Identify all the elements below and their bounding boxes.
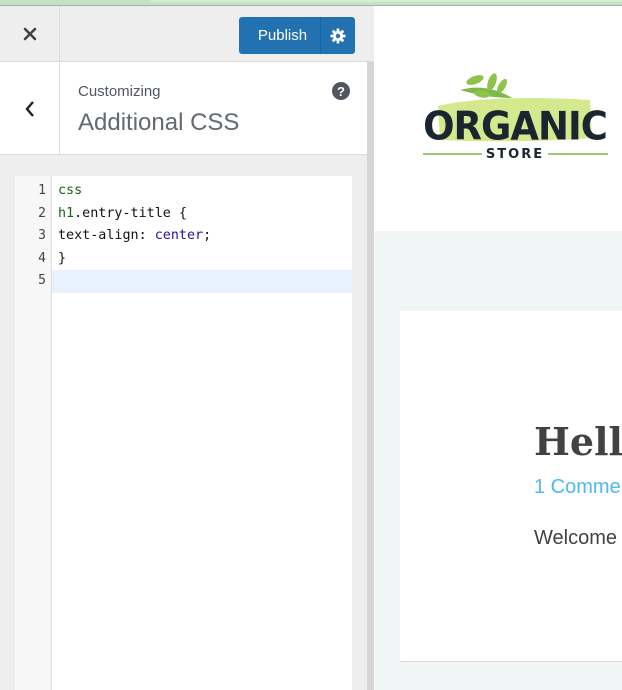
code-line[interactable]: } — [52, 248, 352, 271]
code-token-selector: h1 — [58, 205, 75, 221]
publish-button[interactable]: Publish — [239, 17, 321, 54]
close-customizer-button[interactable] — [0, 6, 60, 62]
code-token-text: .entry-title { — [74, 205, 187, 221]
line-number-gutter: 1 2 3 4 5 — [15, 176, 52, 690]
close-icon — [23, 27, 36, 41]
logo-word: ORGANIC — [423, 104, 607, 149]
site-preview: ORGANIC STORE Hello 1 Comme Welcome — [375, 6, 622, 690]
css-code-editor[interactable]: 1 2 3 4 5 css h1.entry-title { text-alig… — [15, 176, 352, 690]
help-icon[interactable]: ? — [332, 82, 350, 100]
chevron-left-icon — [24, 100, 34, 117]
line-number: 5 — [38, 273, 46, 289]
sidebar-scrollbar[interactable] — [367, 62, 374, 690]
code-line[interactable]: text-align: center; — [52, 225, 352, 248]
gear-icon — [330, 28, 346, 43]
code-line-active[interactable] — [52, 270, 352, 293]
publish-button-group: Publish — [239, 17, 355, 54]
line-number: 2 — [38, 205, 46, 221]
line-number: 4 — [38, 250, 46, 266]
publish-settings-button[interactable] — [321, 17, 355, 54]
customizer-header: Publish — [0, 6, 374, 62]
post-title[interactable]: Hello — [534, 419, 622, 464]
site-header: ORGANIC STORE — [375, 6, 622, 231]
customizer-sidebar: Publish Customizing Additional CSS ? 1 2… — [0, 6, 374, 690]
code-token-tag: css — [58, 183, 83, 198]
section-title: Additional CSS — [78, 109, 240, 136]
line-number: 1 — [38, 183, 46, 198]
customizing-label: Customizing — [78, 83, 161, 100]
line-number: 3 — [38, 228, 46, 244]
code-line[interactable]: h1.entry-title { — [52, 203, 352, 226]
code-token-text: } — [58, 250, 67, 266]
top-strip-highlight — [150, 0, 622, 2]
site-logo[interactable]: ORGANIC STORE — [420, 68, 610, 163]
post-excerpt: Welcome — [534, 527, 617, 549]
post-comments-link[interactable]: 1 Comme — [534, 476, 621, 499]
back-button[interactable] — [0, 62, 60, 155]
leaf-icon — [460, 73, 512, 98]
code-token-property: text-align: — [58, 228, 155, 244]
section-header: Customizing Additional CSS ? — [0, 62, 367, 155]
code-token-value: center — [154, 228, 204, 244]
code-token-punct: ; — [203, 228, 212, 244]
logo-subtitle: STORE — [486, 147, 544, 162]
code-line[interactable]: css — [52, 180, 352, 203]
post-card: Hello 1 Comme Welcome — [400, 311, 622, 662]
